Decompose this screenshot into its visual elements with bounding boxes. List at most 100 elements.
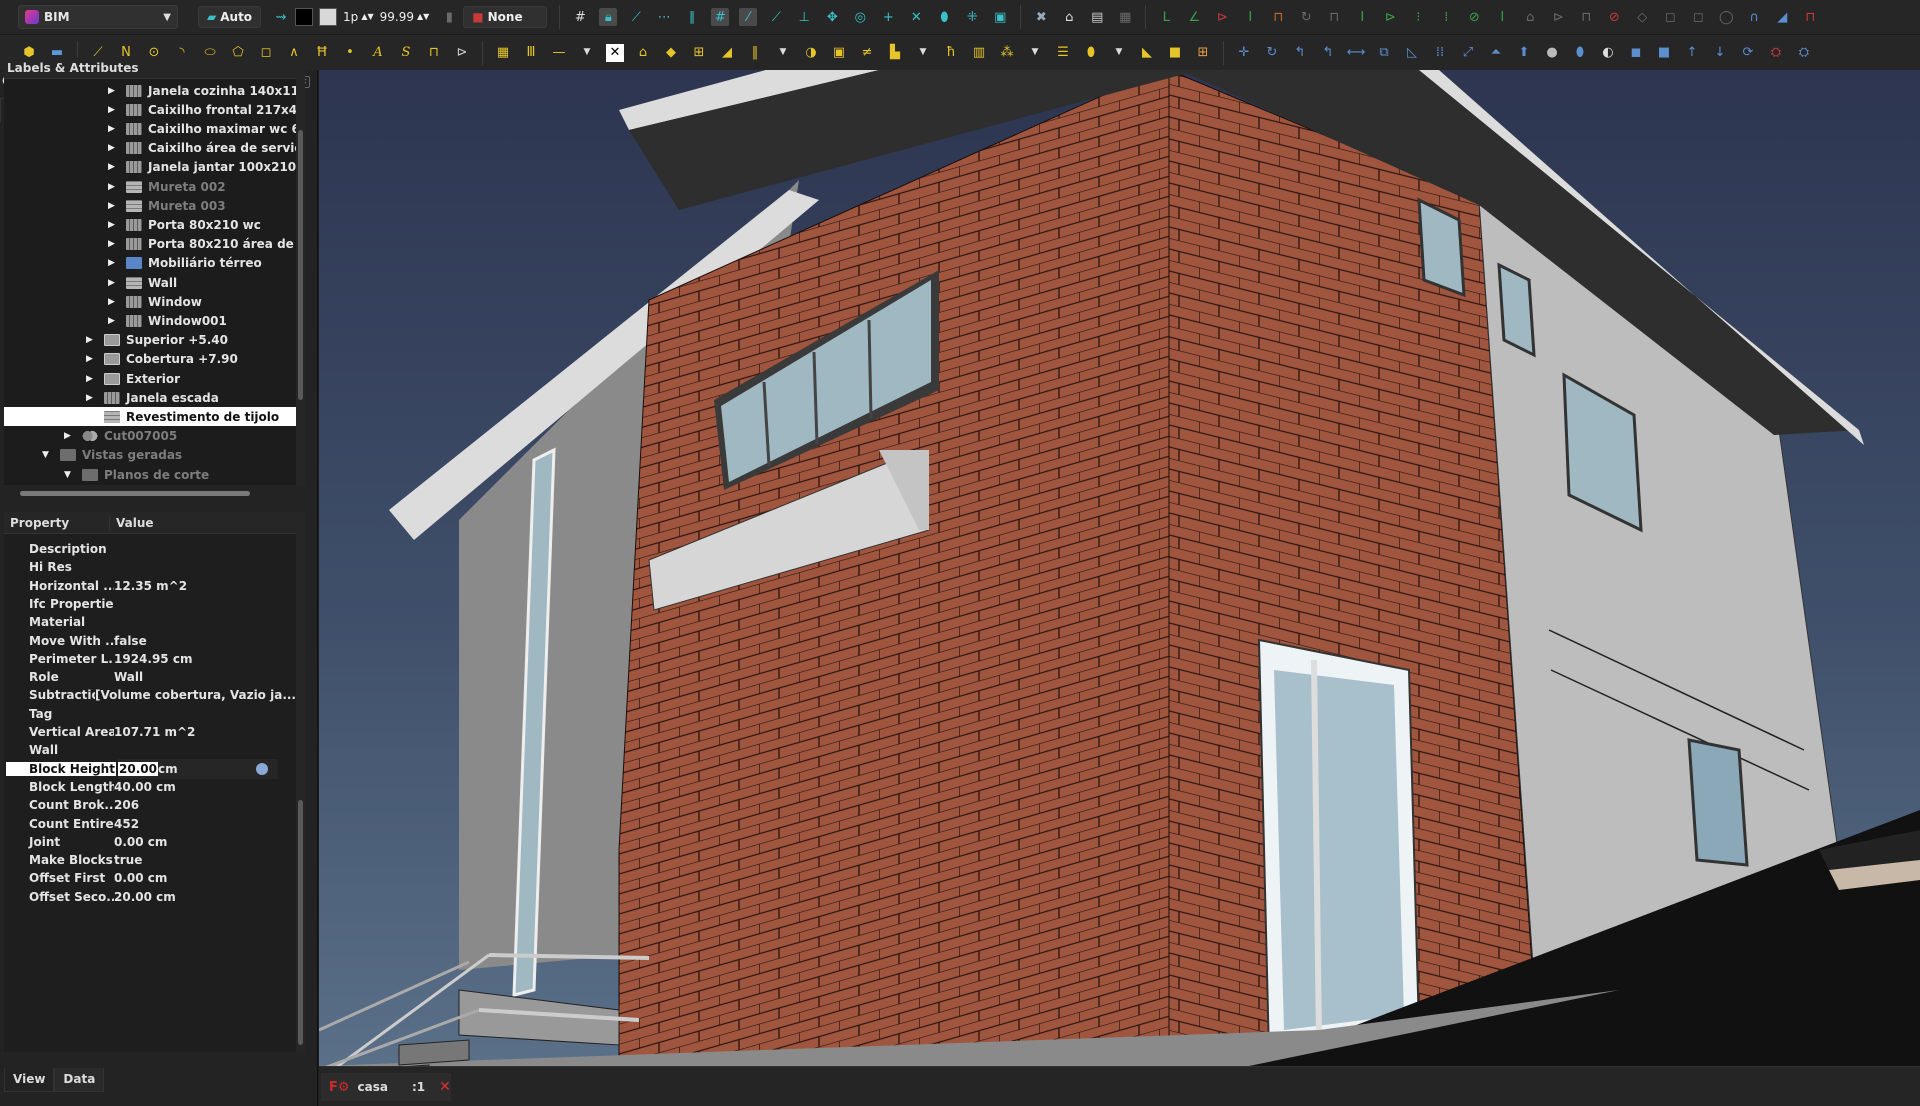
profile-icon[interactable]: ◢ xyxy=(1773,8,1791,26)
expand-arrow-icon[interactable]: ▶ xyxy=(86,374,96,384)
snap-dimensions-icon[interactable]: ⬮ xyxy=(935,8,953,26)
expand-arrow-icon[interactable]: ▶ xyxy=(108,297,118,307)
building-grid-icon[interactable]: ▦ xyxy=(1116,8,1134,26)
collapse-arrow-icon[interactable]: ▼ xyxy=(64,470,74,480)
expand-arrow-icon[interactable]: ▶ xyxy=(108,220,118,230)
tree-item[interactable]: ▶ Porta 80x210 área de serviço xyxy=(108,235,296,254)
document-tab[interactable]: F⚙ casa :1 ✕ xyxy=(321,1073,451,1101)
measure-4-icon[interactable]: ⊘ xyxy=(1465,8,1483,26)
measure-5-icon[interactable]: I xyxy=(1493,8,1511,26)
mirror-icon[interactable]: ◺ xyxy=(1403,44,1421,62)
constraint-6-icon[interactable]: ◻ xyxy=(1661,8,1679,26)
measure-2-icon[interactable]: ⁝ xyxy=(1409,8,1427,26)
tree-item[interactable]: ▶ Window xyxy=(108,292,202,311)
bezier-icon[interactable]: Ħ xyxy=(313,44,331,62)
snap-perpendicular-icon[interactable]: ⊥ xyxy=(795,8,813,26)
tree-item[interactable]: ▶ Mureta 003 xyxy=(108,196,226,215)
dimension-red-icon[interactable]: ⊳ xyxy=(1213,8,1231,26)
dimension-icon[interactable]: ᒪ xyxy=(1157,8,1175,26)
truss-icon[interactable]: ħ xyxy=(942,44,960,62)
measure-icon[interactable]: I xyxy=(1353,8,1371,26)
add-icon[interactable]: ⊞ xyxy=(1194,44,1212,62)
snap-extension-icon[interactable]: ⟋ xyxy=(767,8,785,26)
dimension-draft-icon[interactable]: ⊓ xyxy=(425,44,443,62)
undo-grey-icon[interactable]: ⊓ xyxy=(1325,8,1343,26)
face-color-swatch[interactable] xyxy=(319,8,338,26)
expand-arrow-icon[interactable]: ▶ xyxy=(108,162,118,172)
rotate-icon[interactable]: ↻ xyxy=(1263,44,1281,62)
grid-icon[interactable]: # xyxy=(571,8,589,26)
snap-workingplane-icon[interactable]: ⁜ xyxy=(963,8,981,26)
tree-item[interactable]: ▶ Cut007005 xyxy=(64,427,177,446)
draft-style-button[interactable]: ▰ Auto xyxy=(198,6,262,28)
props-scrollbar-thumb[interactable] xyxy=(298,800,303,1045)
measure-alt-icon[interactable]: ⊳ xyxy=(1381,8,1399,26)
stairs-icon[interactable]: ◢ xyxy=(718,44,736,62)
pipe-icon[interactable]: ‖ xyxy=(746,44,764,62)
tree-item[interactable]: Revestimento de tijolo xyxy=(4,407,296,427)
tree-item[interactable]: ▶ Cobertura +7.90 xyxy=(86,350,238,369)
expand-arrow-icon[interactable]: ▶ xyxy=(108,143,118,153)
expand-arrow-icon[interactable]: ▶ xyxy=(108,239,118,249)
tree-item[interactable]: ▼ Vistas geradas xyxy=(42,446,182,465)
tree-item[interactable]: ▶ Window001 xyxy=(108,311,227,330)
fuse-icon[interactable]: ● xyxy=(1543,44,1561,62)
expression-binding-icon[interactable] xyxy=(256,762,268,775)
snap-ortho-icon[interactable]: + xyxy=(879,8,897,26)
tools-icon[interactable]: ✖ xyxy=(1032,8,1050,26)
dropdown-arrow-icon[interactable]: ▼ xyxy=(1026,44,1044,62)
property-row[interactable]: Offset Seco... 20.00 cm xyxy=(4,886,296,908)
cut-icon[interactable]: ◐ xyxy=(1599,44,1617,62)
view-red-icon[interactable]: ⛭ xyxy=(1767,44,1785,62)
trim-icon[interactable]: ⟷ xyxy=(1347,44,1366,62)
curtain-wall-icon[interactable]: ▥ xyxy=(970,44,988,62)
expand-arrow-icon[interactable]: ▶ xyxy=(64,431,74,441)
move-icon[interactable]: ✛ xyxy=(1235,44,1253,62)
tree-item[interactable]: ▶ Janela cozinha 140x110 xyxy=(108,81,296,100)
snap-center-icon[interactable]: ◎ xyxy=(851,8,869,26)
scale-icon[interactable]: ⧉ xyxy=(1375,44,1393,62)
constraint-5-icon[interactable]: ◇ xyxy=(1633,8,1651,26)
view-blue-icon[interactable]: ⛭ xyxy=(1795,44,1813,62)
tree-item[interactable]: ▶ Mureta 002 xyxy=(108,177,226,196)
window-icon[interactable]: ⊞ xyxy=(690,44,708,62)
rebar-icon[interactable]: — xyxy=(550,44,568,62)
constraint-4-icon[interactable]: ⊘ xyxy=(1605,8,1623,26)
structure-icon[interactable]: Ⅲ xyxy=(522,44,540,62)
down-icon[interactable]: ↓ xyxy=(1711,44,1729,62)
snap-near-icon[interactable]: ⁄ xyxy=(739,8,758,26)
tree-item[interactable]: ▶ Caixilho área de serviço 150 xyxy=(108,139,296,158)
expand-arrow-icon[interactable]: ▶ xyxy=(108,278,118,288)
extrude-icon[interactable]: ■ xyxy=(1655,44,1673,62)
expand-arrow-icon[interactable]: ▶ xyxy=(108,105,118,115)
snap-midpoint-icon[interactable]: ⋯ xyxy=(655,8,673,26)
tree-item[interactable]: ▶ Porta 80x210 wc xyxy=(108,215,261,234)
3d-viewport[interactable] xyxy=(319,70,1920,1066)
expand-arrow-icon[interactable]: ▶ xyxy=(108,86,118,96)
tab-data[interactable]: Data xyxy=(54,1068,105,1092)
snap-center-square-icon[interactable]: ▣ xyxy=(991,8,1009,26)
construction-mode-icon[interactable]: ▮ xyxy=(440,8,458,26)
spin-arrows-icon[interactable]: ▲▼ xyxy=(361,13,373,21)
workbench-selector[interactable]: BIM ▼ xyxy=(18,5,178,29)
clone-icon[interactable]: ⏶ xyxy=(1487,44,1505,62)
text-icon[interactable]: A xyxy=(369,44,387,62)
redo-grey-icon[interactable]: ↻ xyxy=(1297,8,1315,26)
expand-arrow-icon[interactable]: ▶ xyxy=(108,258,118,268)
measure-3-icon[interactable]: ⁞ xyxy=(1437,8,1455,26)
house-icon[interactable]: ⌂ xyxy=(1060,8,1078,26)
snap-parallel-icon[interactable]: ∥ xyxy=(683,8,701,26)
stretch-icon[interactable]: ⤢ xyxy=(1459,44,1477,62)
tree-item[interactable]: ▶ Janela escada xyxy=(86,388,219,407)
shapestring-icon[interactable]: S xyxy=(397,44,415,62)
building-part-icon[interactable]: ⌂ xyxy=(634,44,652,62)
fence-icon[interactable]: ▙ xyxy=(886,44,904,62)
remove-icon[interactable]: ■ xyxy=(1166,44,1184,62)
snap-special-icon[interactable]: ✥ xyxy=(823,8,841,26)
roof-icon[interactable]: ◆ xyxy=(662,44,680,62)
snap-endpoint-icon[interactable]: ⟋ xyxy=(627,8,645,26)
collapse-arrow-icon[interactable]: ▼ xyxy=(42,450,52,460)
frame-icon[interactable]: ≠ xyxy=(858,44,876,62)
font-size-spinbox[interactable]: 99.99 ▲▼ xyxy=(380,10,430,24)
dropdown-arrow-icon[interactable]: ▼ xyxy=(774,44,792,62)
